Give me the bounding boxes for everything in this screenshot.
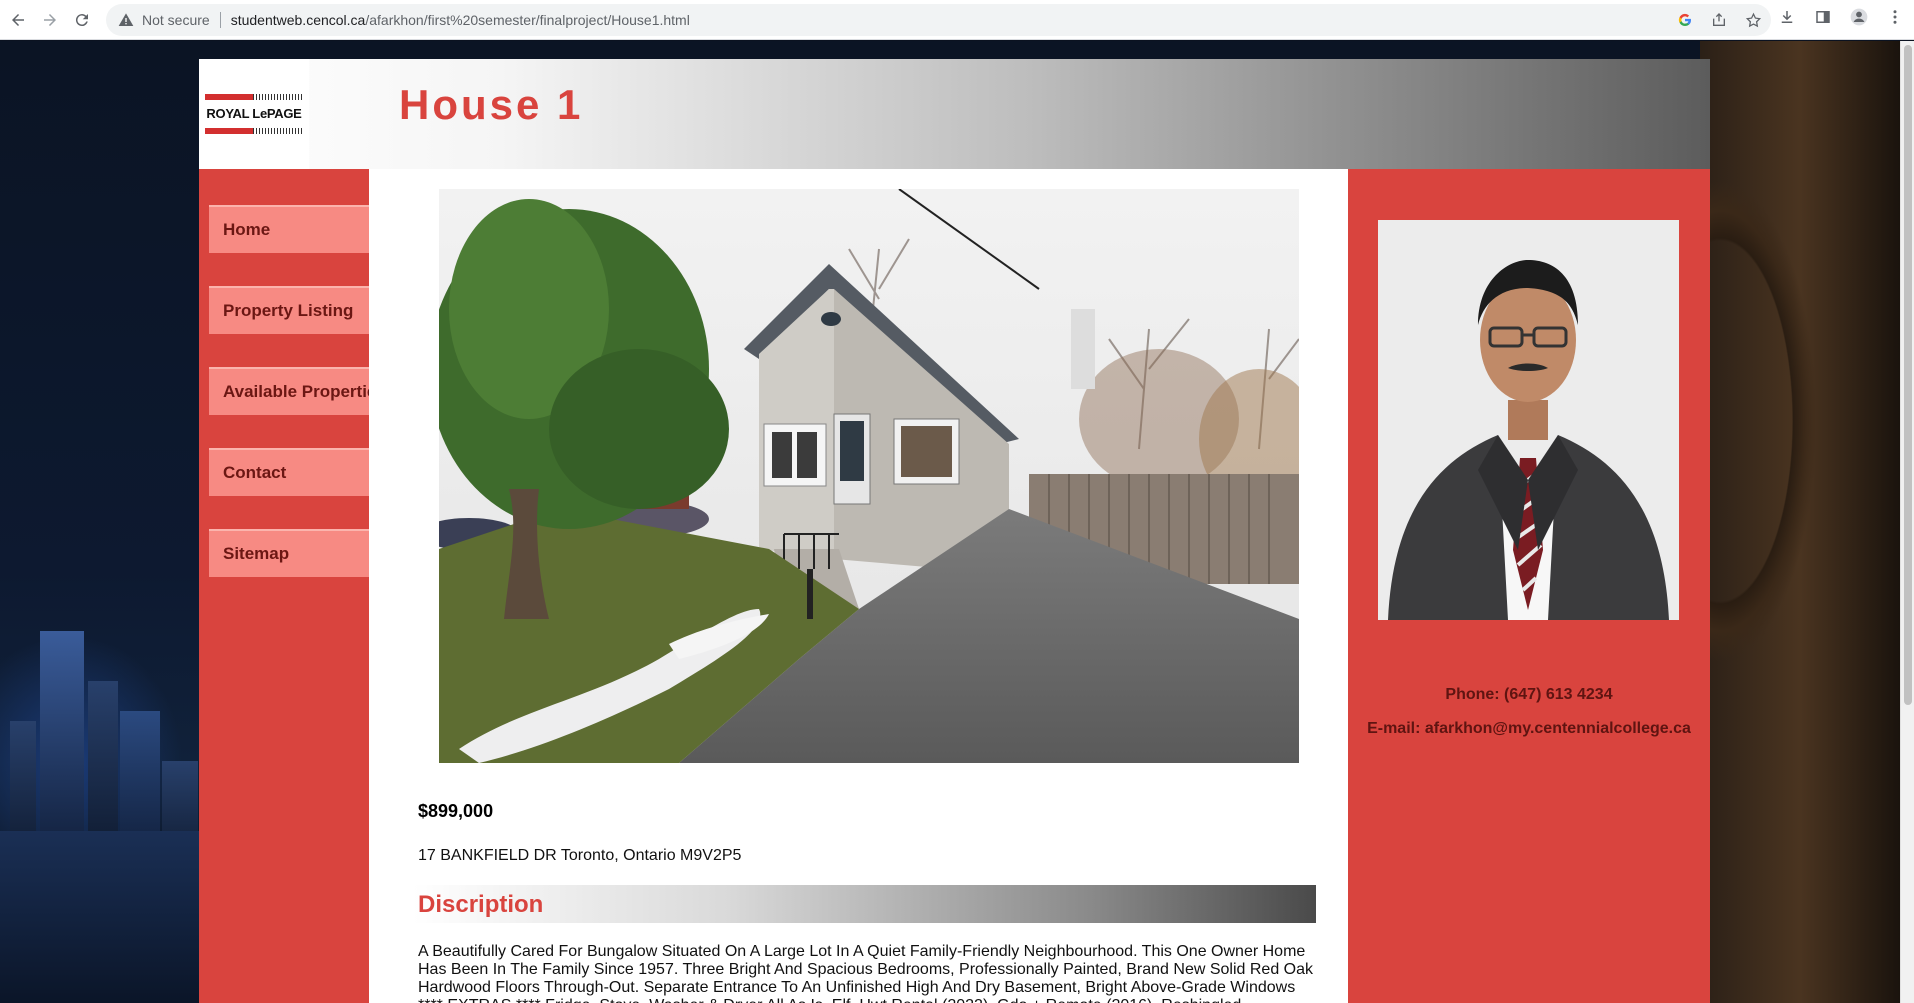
site-header: ROYAL LePAGE House 1 xyxy=(199,59,1710,169)
agent-photo xyxy=(1378,220,1679,620)
address-bar[interactable]: Not secure studentweb.cencol.ca/afarkhon… xyxy=(106,4,1771,36)
divider xyxy=(219,12,221,28)
page-title: House 1 xyxy=(399,81,584,128)
nav-item-contact[interactable]: Contact xyxy=(209,448,394,496)
menu-kebab-icon[interactable] xyxy=(1884,6,1906,28)
listing-address: 17 BANKFIELD DR Toronto, Ontario M9V2P5 xyxy=(418,847,742,864)
browser-toolbar: Not secure studentweb.cencol.ca/afarkhon… xyxy=(0,0,1914,40)
side-panel-icon[interactable] xyxy=(1812,6,1834,28)
description-heading: Discription xyxy=(418,891,544,918)
agent-panel: Phone: (647) 613 4234 E-mail: afarkhon@m… xyxy=(1348,169,1710,1003)
security-label: Not secure xyxy=(142,12,210,28)
page-viewport: ROYAL LePAGE House 1 Home Property Listi… xyxy=(0,41,1900,1003)
reload-icon[interactable] xyxy=(68,6,96,34)
nav-item-sitemap[interactable]: Sitemap xyxy=(209,529,394,577)
url-host: studentweb.cencol.ca xyxy=(230,12,366,28)
agent-phone: Phone: (647) 613 4234 xyxy=(1445,686,1613,703)
agent-email[interactable]: E-mail: afarkhon@my.centennialcollege.ca xyxy=(1348,720,1710,738)
share-icon[interactable] xyxy=(1709,10,1729,30)
profile-avatar-icon[interactable] xyxy=(1848,6,1870,28)
royal-lepage-logo[interactable]: ROYAL LePAGE xyxy=(199,59,309,169)
google-icon[interactable] xyxy=(1675,10,1695,30)
download-icon[interactable] xyxy=(1776,6,1798,28)
logo-text: ROYAL LePAGE xyxy=(206,106,302,121)
background-water xyxy=(0,831,200,1003)
back-icon[interactable] xyxy=(4,6,32,34)
scrollbar-thumb[interactable] xyxy=(1904,45,1912,705)
page-scrollbar[interactable] xyxy=(1900,41,1914,1003)
description-text: A Beautifully Cared For Bungalow Situate… xyxy=(418,943,1313,1003)
house-photo xyxy=(439,189,1299,763)
nav-item-property-listing[interactable]: Property Listing xyxy=(209,286,394,334)
url-path: /afarkhon/first%20semester/finalproject/… xyxy=(365,12,690,28)
forward-icon[interactable] xyxy=(36,6,64,34)
nav-item-home[interactable]: Home xyxy=(209,205,394,253)
sidebar-nav: Home Property Listing Available Properti… xyxy=(199,169,394,1003)
site-container: ROYAL LePAGE House 1 Home Property Listi… xyxy=(199,59,1710,1003)
listing-price: $899,000 xyxy=(418,801,494,821)
nav-item-available-properties[interactable]: Available Properties xyxy=(209,367,394,415)
warning-icon[interactable] xyxy=(118,12,134,28)
background-bridge xyxy=(1700,41,1900,1003)
main-content: $899,000 17 BANKFIELD DR Toronto, Ontari… xyxy=(369,169,1348,1003)
description-heading-bar: Discription xyxy=(413,885,1316,923)
bookmark-star-icon[interactable] xyxy=(1743,10,1763,30)
